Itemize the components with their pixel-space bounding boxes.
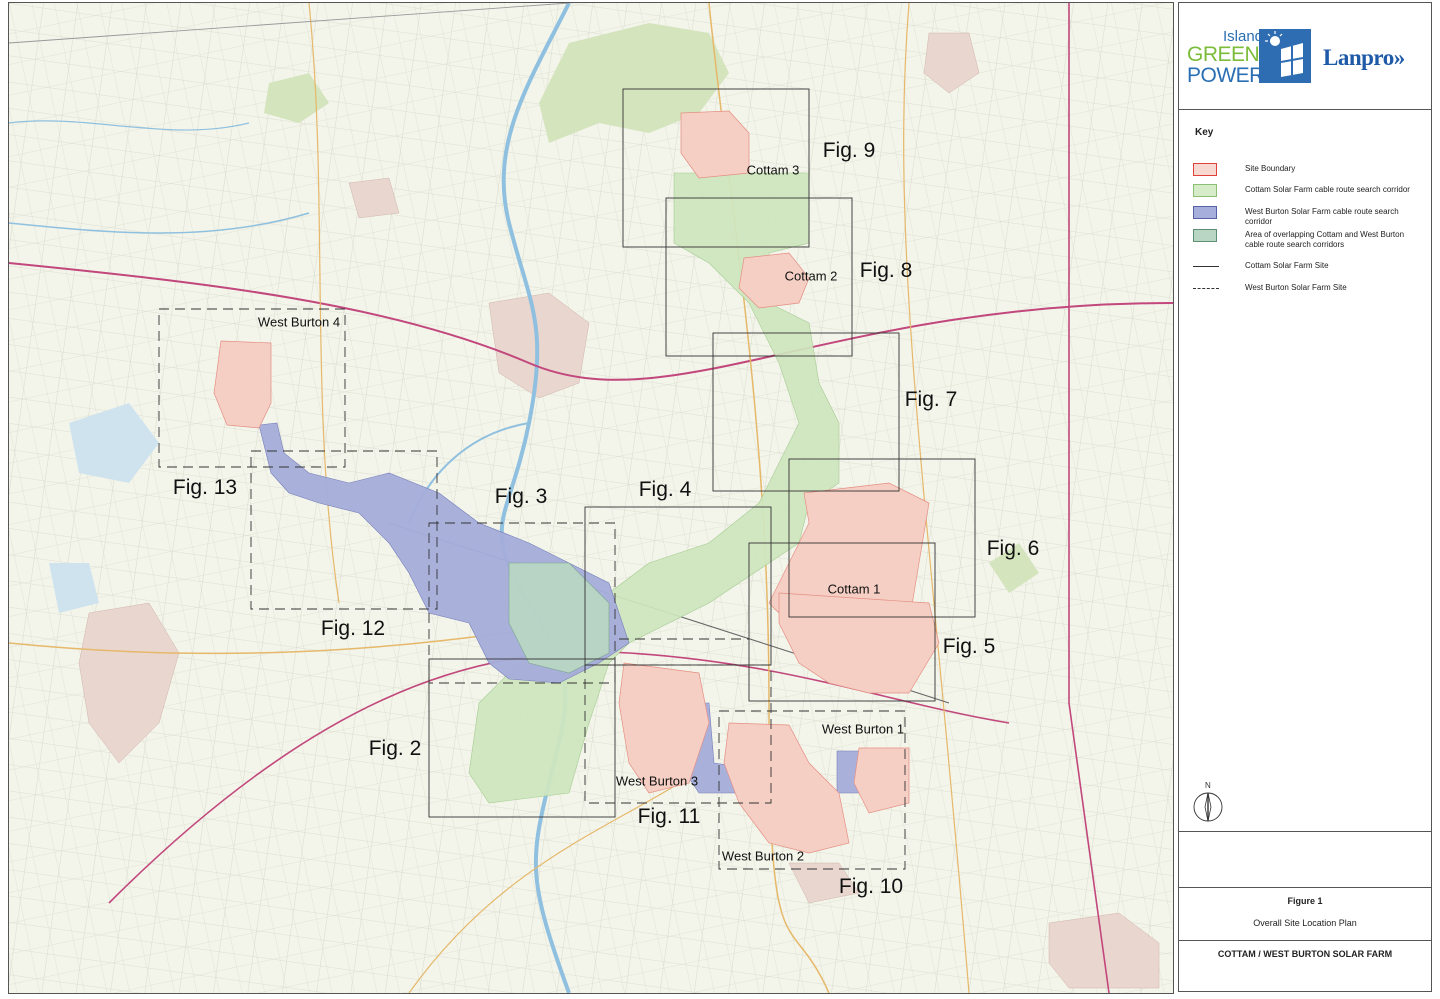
- key-line-solid: [1193, 266, 1219, 267]
- key-swatch-overlap: [1193, 229, 1217, 242]
- map-key: Key Site Boundary Cottam Solar Farm cabl…: [1179, 109, 1431, 832]
- fig4-label[interactable]: Fig. 4: [639, 478, 692, 502]
- site-label-cottam1: Cottam 1: [827, 581, 881, 597]
- key-swatch-west-burton-corridor: [1193, 206, 1217, 219]
- site-label-cottam2: Cottam 2: [784, 268, 838, 284]
- key-title: Key: [1195, 127, 1214, 138]
- key-label-cottam-corridor: Cottam Solar Farm cable route search cor…: [1245, 185, 1410, 194]
- map-canvas[interactable]: Fig. 9 Fig. 8 Fig. 7 Fig. 6 Fig. 5 Fig. …: [8, 2, 1174, 994]
- fig2-label[interactable]: Fig. 2: [369, 737, 422, 761]
- fig12-label[interactable]: Fig. 12: [321, 617, 385, 641]
- island-green-power-logo-power: POWER: [1187, 64, 1264, 87]
- fig13-label[interactable]: Fig. 13: [173, 476, 237, 500]
- site-label-west-burton-2: West Burton 2: [721, 848, 805, 864]
- fig8-label[interactable]: Fig. 8: [860, 259, 913, 283]
- key-label-site-boundary: Site Boundary: [1245, 164, 1296, 173]
- key-line-dashed: [1193, 288, 1219, 289]
- site-label-west-burton-3: West Burton 3: [615, 773, 699, 789]
- site-label-cottam3: Cottam 3: [746, 162, 800, 178]
- key-label-overlap: Area of overlapping Cottam and West Burt…: [1245, 230, 1405, 249]
- figure-title-block: Figure 1 Overall Site Location Plan: [1179, 887, 1431, 941]
- island-green-power-logo-green: GREEN: [1187, 43, 1260, 66]
- key-label-west-burton-site: West Burton Solar Farm Site: [1245, 283, 1347, 292]
- north-label: N: [1205, 781, 1211, 790]
- key-label-west-burton-corridor: West Burton Solar Farm cable route searc…: [1245, 207, 1399, 226]
- fig9-label[interactable]: Fig. 9: [823, 139, 876, 163]
- figure-number: Figure 1: [1287, 896, 1323, 906]
- island-green-power-logo-island: Island: [1223, 28, 1264, 45]
- key-swatch-site-boundary: [1193, 163, 1217, 176]
- fig3-label[interactable]: Fig. 3: [495, 485, 548, 509]
- lanpro-logo: Lanpro»: [1323, 45, 1405, 70]
- fig6-label[interactable]: Fig. 6: [987, 537, 1040, 561]
- project-title: COTTAM / WEST BURTON SOLAR FARM: [1217, 949, 1393, 959]
- fig5-label[interactable]: Fig. 5: [943, 635, 996, 659]
- key-label-cottam-site: Cottam Solar Farm Site: [1245, 261, 1329, 270]
- island-green-power-logo-icon: [1259, 29, 1311, 83]
- logo-box: Island GREEN POWER Lanpro»: [1179, 3, 1431, 110]
- project-title-block: COTTAM / WEST BURTON SOLAR FARM: [1179, 939, 1431, 991]
- fig7-label[interactable]: Fig. 7: [905, 388, 958, 412]
- figure-title: Overall Site Location Plan: [1253, 918, 1357, 928]
- site-label-west-burton-4: West Burton 4: [257, 314, 341, 330]
- site-label-west-burton-1: West Burton 1: [821, 721, 905, 737]
- north-arrow-icon: N: [1191, 779, 1225, 825]
- fig11-label[interactable]: Fig. 11: [638, 805, 701, 829]
- legend-panel: Island GREEN POWER Lanpro» Key Site Boun…: [1178, 2, 1432, 992]
- fig10-label[interactable]: Fig. 10: [839, 875, 903, 899]
- key-swatch-cottam-corridor: [1193, 184, 1217, 197]
